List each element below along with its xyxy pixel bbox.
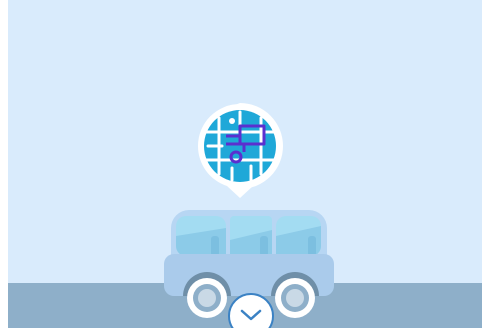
chevron-down-icon xyxy=(240,309,262,321)
van-illustration xyxy=(164,103,334,318)
rear-wheel xyxy=(275,278,315,318)
map-pin-icon xyxy=(197,103,283,198)
hero-frame xyxy=(8,0,482,328)
front-wheel xyxy=(187,278,227,318)
